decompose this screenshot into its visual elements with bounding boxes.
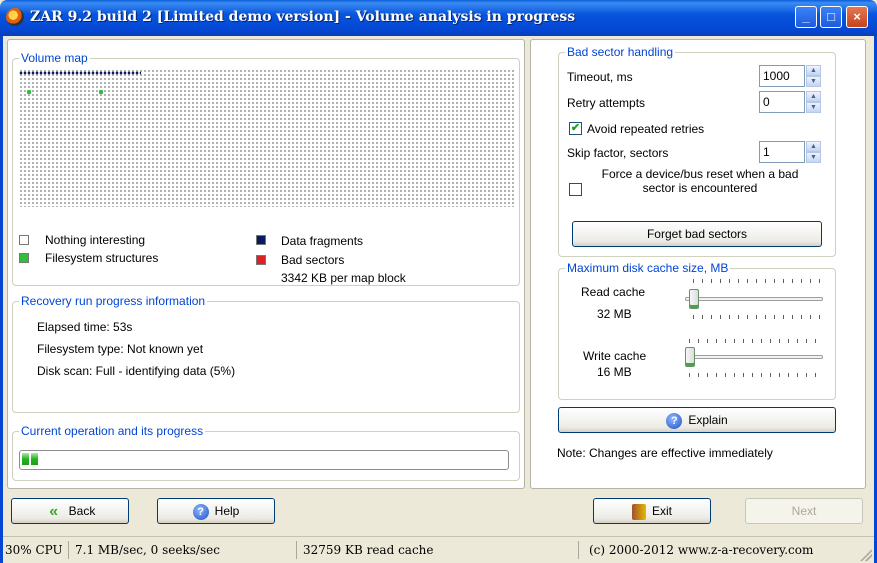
current-operation-group: Current operation and its progress <box>12 424 520 481</box>
volume-map-legend: Volume map <box>19 51 90 65</box>
avoid-retries-checkbox[interactable]: ✔ <box>569 122 582 135</box>
close-button[interactable]: × <box>846 6 868 28</box>
timeout-up-arrow-icon[interactable]: ▲ <box>806 65 821 76</box>
write-cache-ticks <box>689 339 823 343</box>
status-cache: 32759 KB read cache <box>301 541 579 559</box>
force-reset-label: Force a device/bus reset when a bad sect… <box>601 167 799 195</box>
skip-down-arrow-icon[interactable]: ▼ <box>806 152 821 163</box>
avoid-retries-label: Avoid repeated retries <box>587 122 705 136</box>
write-cache-slider-track[interactable] <box>685 355 823 359</box>
skip-factor-label: Skip factor, sectors <box>567 146 669 160</box>
force-reset-checkbox[interactable] <box>569 183 582 196</box>
skip-up-arrow-icon[interactable]: ▲ <box>806 141 821 152</box>
write-cache-slider-thumb[interactable] <box>685 347 695 367</box>
write-cache-ticks <box>689 373 823 377</box>
read-cache-ticks <box>693 279 823 283</box>
filesystem-type: Filesystem type: Not known yet <box>37 342 204 356</box>
status-bar: 30% CPU 7.1 MB/sec, 0 seeks/sec 32759 KB… <box>3 536 874 563</box>
minimize-button[interactable]: _ <box>795 6 817 28</box>
changes-note: Note: Changes are effective immediately <box>557 446 773 460</box>
title-bar[interactable]: ZAR 9.2 build 2 [Limited demo version] -… <box>0 0 877 36</box>
explain-button-label: Explain <box>688 413 728 427</box>
right-panel: Bad sector handling Timeout, ms ▲ ▼ Retr… <box>530 39 866 489</box>
legend-swatch-data-fragments <box>256 235 266 245</box>
exit-button[interactable]: Exit <box>593 498 711 524</box>
help-icon: ? <box>666 412 683 429</box>
back-button-label: Back <box>68 504 96 518</box>
window-client: Volume map Nothing interesting Filesyste… <box>0 36 877 563</box>
back-button[interactable]: « Back <box>11 498 129 524</box>
retry-input[interactable] <box>759 91 805 113</box>
legend-swatch-filesystem <box>19 253 29 263</box>
retry-down-arrow-icon[interactable]: ▼ <box>806 102 821 113</box>
help-button[interactable]: ? Help <box>157 498 275 524</box>
progress-block <box>22 453 29 465</box>
volume-map-data-fragments <box>19 71 141 75</box>
status-throughput: 7.1 MB/sec, 0 seeks/sec <box>73 541 297 559</box>
next-button[interactable]: Next <box>745 498 863 524</box>
disk-scan-status: Disk scan: Full - identifying data (5%) <box>37 364 236 378</box>
explain-button[interactable]: ? Explain <box>558 407 836 433</box>
skip-factor-spinner[interactable]: ▲ ▼ <box>759 141 821 163</box>
resize-grip-icon[interactable] <box>860 549 872 561</box>
legend-label-nothing: Nothing interesting <box>45 233 146 247</box>
recovery-progress-group: Recovery run progress information Elapse… <box>12 294 520 413</box>
progress-block <box>31 453 38 465</box>
read-cache-slider-thumb[interactable] <box>689 289 699 309</box>
legend-label-filesystem: Filesystem structures <box>45 251 159 265</box>
close-icon: × <box>853 9 861 24</box>
cache-group: Maximum disk cache size, MB Read cache 3… <box>558 261 836 400</box>
forget-bad-sectors-button[interactable]: Forget bad sectors <box>572 221 822 247</box>
bad-sector-group: Bad sector handling Timeout, ms ▲ ▼ Retr… <box>558 45 836 257</box>
legend-swatch-nothing <box>19 235 29 245</box>
skip-factor-input[interactable] <box>759 141 805 163</box>
read-cache-label: Read cache <box>581 285 646 299</box>
timeout-spinner[interactable]: ▲ ▼ <box>759 65 821 87</box>
bad-sector-legend: Bad sector handling <box>565 45 676 59</box>
write-cache-label: Write cache <box>583 349 647 363</box>
left-panel: Volume map Nothing interesting Filesyste… <box>7 39 525 489</box>
exit-button-label: Exit <box>651 504 672 518</box>
app-icon <box>6 8 24 26</box>
map-block-size: 3342 KB per map block <box>281 271 406 285</box>
volume-map-fs-block <box>99 90 103 94</box>
read-cache-ticks <box>693 315 823 319</box>
read-cache-value: 32 MB <box>597 307 632 321</box>
retry-up-arrow-icon[interactable]: ▲ <box>806 91 821 102</box>
exit-door-icon <box>631 503 646 520</box>
maximize-icon: □ <box>827 9 835 24</box>
recovery-progress-legend: Recovery run progress information <box>19 294 208 308</box>
legend-label-bad-sectors: Bad sectors <box>281 253 345 267</box>
retry-label: Retry attempts <box>567 96 646 110</box>
back-arrow-icon: « <box>49 502 59 520</box>
legend-swatch-bad-sectors <box>256 255 266 265</box>
volume-map-group: Volume map Nothing interesting Filesyste… <box>12 51 520 286</box>
minimize-icon: _ <box>802 9 810 24</box>
maximize-button[interactable]: □ <box>820 6 842 28</box>
cache-legend: Maximum disk cache size, MB <box>565 261 731 275</box>
status-copyright: (c) 2000-2012 www.z-a-recovery.com <box>589 543 814 557</box>
status-cpu: 30% CPU <box>3 541 69 559</box>
legend-label-data-fragments: Data fragments <box>281 234 364 248</box>
elapsed-time: Elapsed time: 53s <box>37 320 133 334</box>
timeout-down-arrow-icon[interactable]: ▼ <box>806 76 821 87</box>
timeout-input[interactable] <box>759 65 805 87</box>
volume-map-fs-block <box>27 90 31 94</box>
retry-spinner[interactable]: ▲ ▼ <box>759 91 821 113</box>
volume-map <box>19 69 515 207</box>
read-cache-slider-track[interactable] <box>685 297 823 301</box>
current-operation-legend: Current operation and its progress <box>19 424 206 438</box>
help-icon: ? <box>192 503 209 520</box>
write-cache-value: 16 MB <box>597 365 632 379</box>
window-title: ZAR 9.2 build 2 [Limited demo version] -… <box>30 9 576 25</box>
help-button-label: Help <box>214 504 240 518</box>
operation-progress-bar <box>19 450 509 470</box>
timeout-label: Timeout, ms <box>567 70 633 84</box>
